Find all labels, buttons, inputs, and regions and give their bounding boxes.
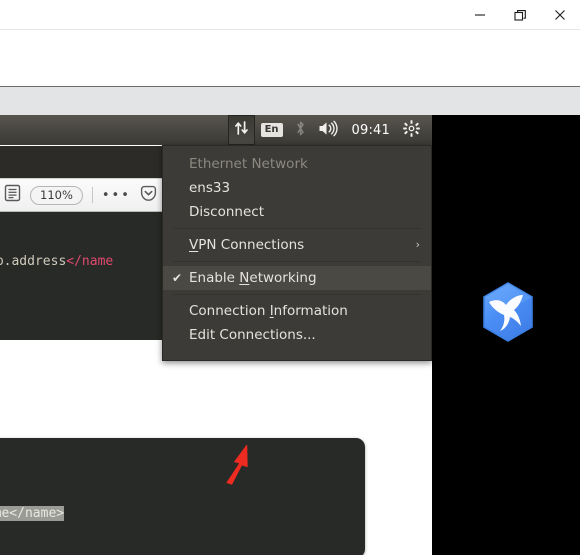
- code-selection[interactable]: name</name>: [0, 506, 65, 521]
- menu-separator: [173, 261, 421, 262]
- bluetooth-indicator[interactable]: [289, 115, 312, 145]
- code-block-top: pp.address</name: [0, 212, 162, 340]
- keyboard-layout-indicator[interactable]: En: [255, 115, 289, 145]
- code-token-plain: pp.address: [0, 254, 67, 269]
- code-line: name</name>: [0, 506, 65, 521]
- menu-item-vpn-connections[interactable]: VPN Connections ›: [163, 233, 431, 257]
- zoom-level-button[interactable]: 110%: [30, 185, 83, 205]
- volume-indicator[interactable]: [312, 115, 345, 145]
- panel-indicators: En 09:41: [227, 115, 432, 145]
- overflow-menu-icon[interactable]: •••: [102, 188, 131, 203]
- menu-separator: [173, 228, 421, 229]
- menu-item-label: Enable Networking: [189, 270, 317, 286]
- bluetooth-icon: [295, 120, 306, 141]
- browser-tabbar: [0, 146, 162, 178]
- browser-toolbar: 110% •••: [0, 178, 162, 212]
- host-window-titlebar: [0, 0, 580, 30]
- clock-indicator[interactable]: 09:41: [345, 123, 397, 138]
- ubuntu-desktop: 110% ••• pp.address</name name</name>: [0, 115, 580, 555]
- minimize-button[interactable]: [460, 0, 500, 30]
- system-settings-indicator[interactable]: [397, 115, 426, 145]
- restore-button[interactable]: [500, 0, 540, 30]
- reader-view-icon[interactable]: [4, 184, 21, 206]
- menu-item-label: VPN Connections: [189, 237, 305, 253]
- menu-item-edit-connections[interactable]: Edit Connections...: [163, 323, 431, 347]
- menu-item-enable-networking[interactable]: ✔ Enable Networking: [163, 266, 431, 290]
- screenshot-root: 110% ••• pp.address</name name</name>: [0, 0, 580, 555]
- menu-separator: [173, 294, 421, 295]
- network-transfer-icon: [234, 120, 249, 140]
- hummingbird-app-icon[interactable]: [477, 280, 539, 346]
- checkmark-icon: ✔: [172, 271, 183, 285]
- menu-item-label: Connection Information: [189, 303, 348, 319]
- volume-icon: [318, 120, 339, 141]
- menu-item-ens33[interactable]: ens33: [163, 176, 431, 200]
- close-button[interactable]: [540, 0, 580, 30]
- menu-item-disconnect[interactable]: Disconnect: [163, 200, 431, 224]
- host-toolbar-band: [0, 86, 580, 115]
- code-token-tag: </name: [66, 254, 114, 269]
- menu-header-ethernet: Ethernet Network: [189, 156, 308, 172]
- menu-item-connection-information[interactable]: Connection Information: [163, 299, 431, 323]
- red-pointer-arrow: [226, 445, 248, 485]
- chevron-right-icon: ›: [415, 238, 420, 251]
- window-controls: [460, 0, 580, 30]
- code-line: pp.address</name: [0, 254, 113, 269]
- gear-icon: [403, 119, 420, 141]
- host-page-area: [0, 30, 580, 86]
- pocket-save-icon[interactable]: [140, 185, 157, 206]
- keyboard-layout-label: En: [260, 123, 283, 137]
- ubuntu-top-panel: En 09:41: [0, 115, 432, 145]
- code-block-bottom: name</name>: [0, 438, 365, 555]
- network-indicator[interactable]: [227, 115, 255, 145]
- network-manager-menu: Ethernet Network ens33 Disconnect VPN Co…: [162, 145, 432, 361]
